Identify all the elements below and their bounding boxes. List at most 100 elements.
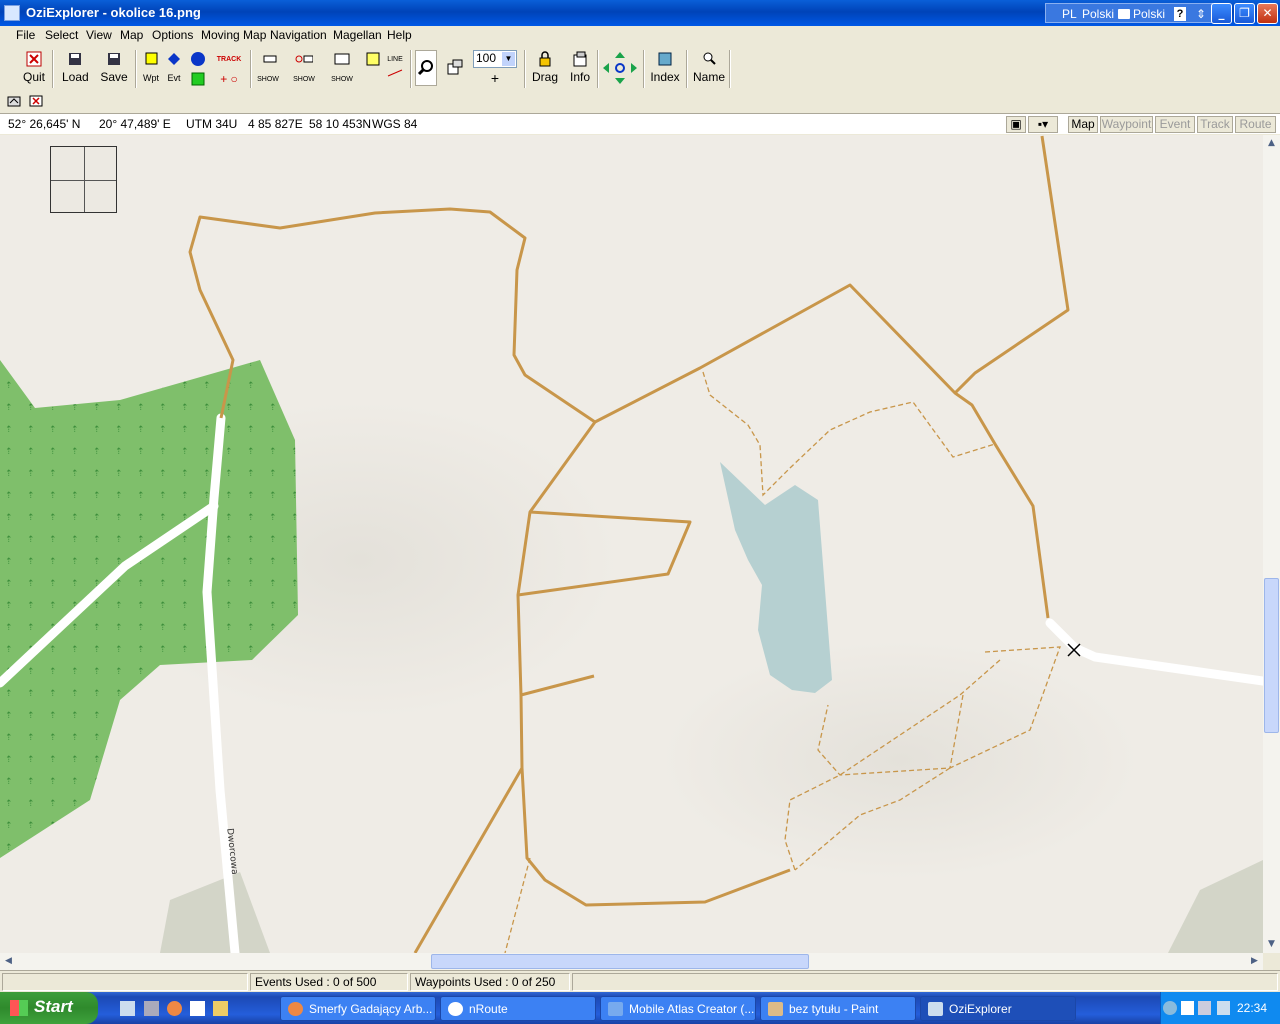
tray-expand-icon[interactable]: [1163, 1001, 1177, 1015]
scroll-down-icon[interactable]: ▼: [1263, 936, 1280, 953]
overview-crosshair-h: [51, 180, 116, 181]
help-icon[interactable]: ?: [1174, 7, 1186, 21]
lock-icon: [539, 51, 551, 67]
menu-view[interactable]: View: [86, 28, 112, 42]
tab-waypoint[interactable]: Waypoint: [1100, 116, 1153, 133]
status-bar: Events Used : 0 of 500 Waypoints Used : …: [0, 970, 1280, 992]
show-events-button[interactable]: SHOW: [291, 50, 317, 84]
menu-options[interactable]: Options: [152, 28, 193, 42]
secondary-toolbar: [0, 90, 1280, 112]
show-tracks-button[interactable]: SHOW: [329, 50, 355, 84]
zoom-window-icon: [447, 59, 463, 75]
info-button[interactable]: Info: [568, 50, 592, 84]
scroll-right-icon[interactable]: ▶: [1246, 953, 1263, 970]
quicklaunch-app-icon[interactable]: [144, 1001, 159, 1016]
close-button[interactable]: ✕: [1257, 3, 1278, 24]
menu-magellan[interactable]: Magellan: [333, 28, 382, 42]
track-button[interactable]: TRACK + ○: [214, 50, 244, 86]
green-square-icon: [191, 72, 205, 86]
taskbar-item-mobile-atlas[interactable]: Mobile Atlas Creator (...: [600, 996, 756, 1021]
tab-map[interactable]: Map: [1068, 116, 1098, 133]
tab-route[interactable]: Route: [1235, 116, 1276, 133]
map-tools-icon[interactable]: [28, 93, 44, 109]
line-tool-button[interactable]: LINE: [386, 50, 404, 84]
clock: 22:34: [1237, 1001, 1268, 1015]
save-icon: [108, 53, 120, 65]
menu-help[interactable]: Help: [387, 28, 412, 42]
paint-icon: [768, 1002, 783, 1016]
zoom-tool-button[interactable]: [415, 50, 437, 86]
zoom-in-icon[interactable]: +: [491, 70, 511, 86]
event-icon: [168, 53, 180, 65]
tray-app-icon[interactable]: [1181, 1001, 1194, 1015]
minimize-button[interactable]: _: [1211, 3, 1232, 24]
waypoint-button[interactable]: Wpt: [141, 50, 161, 84]
name-search-button[interactable]: Name: [692, 50, 726, 84]
save-button[interactable]: Save: [100, 50, 128, 84]
menu-navigation[interactable]: Navigation: [270, 28, 327, 42]
language-code: PL: [1062, 7, 1077, 21]
map-overview-box[interactable]: [50, 146, 117, 213]
menu-file[interactable]: File: [16, 28, 35, 42]
zoom-window-button[interactable]: [444, 50, 466, 78]
zoom-level-select[interactable]: 100 ▼: [473, 50, 517, 68]
show-desktop-icon[interactable]: [120, 1001, 135, 1016]
map-canvas[interactable]: ⇡ Dworcow: [0, 135, 1263, 953]
status-panel: [2, 973, 248, 991]
langbar-options-icon[interactable]: ⇕: [1196, 7, 1206, 21]
menu-map[interactable]: Map: [120, 28, 143, 42]
map-image: ⇡ Dworcow: [0, 135, 1263, 953]
volume-icon[interactable]: [1217, 1001, 1230, 1015]
scroll-left-icon[interactable]: ◀: [0, 953, 17, 970]
keyboard-layout: Polski: [1133, 7, 1166, 21]
plus-circle-icon: + ○: [220, 72, 238, 86]
java-icon: [608, 1002, 623, 1016]
quit-icon: [26, 51, 42, 67]
map-save-dropdown[interactable]: ▪▾: [1028, 116, 1058, 133]
events-used: Events Used : 0 of 500: [250, 973, 408, 991]
keyboard-icon: [1118, 9, 1130, 19]
taskbar-item-paint[interactable]: bez tytułu - Paint: [760, 996, 916, 1021]
vertical-scroll-thumb[interactable]: [1264, 578, 1279, 733]
firefox-icon[interactable]: [167, 1001, 182, 1016]
tab-event[interactable]: Event: [1155, 116, 1195, 133]
firefox-icon: [288, 1002, 303, 1016]
horizontal-scrollbar[interactable]: ◀ ▶: [0, 953, 1263, 970]
maximize-button[interactable]: ❐: [1234, 3, 1255, 24]
show-waypoints-button[interactable]: SHOW: [255, 50, 281, 84]
pan-arrows-button[interactable]: [601, 50, 639, 89]
event-button[interactable]: Evt: [164, 50, 184, 84]
tab-track[interactable]: Track: [1197, 116, 1233, 133]
map-settings-icon[interactable]: [6, 93, 22, 109]
load-button[interactable]: Load: [62, 50, 89, 84]
taskbar-item-smerfy[interactable]: Smerfy Gadający Arb...: [280, 996, 436, 1021]
window-title: OziExplorer - okolice 16.png: [26, 5, 201, 20]
taskbar-item-oziexplorer[interactable]: OziExplorer: [920, 996, 1076, 1021]
map-image-button[interactable]: ▣: [1006, 116, 1026, 133]
magnifier-icon: [417, 60, 433, 76]
language-bar[interactable]: PL Polski Polski ? ⇕: [1045, 3, 1213, 23]
menu-moving-map[interactable]: Moving Map: [201, 28, 266, 42]
position-icon: [366, 52, 380, 66]
scroll-up-icon[interactable]: ▲: [1263, 135, 1280, 152]
pan-arrows-icon: [603, 52, 637, 84]
drag-button[interactable]: Drag: [531, 50, 559, 84]
vertical-scrollbar[interactable]: ▲ ▼: [1263, 135, 1280, 953]
route-number-button[interactable]: [188, 50, 208, 90]
ozi-app-icon[interactable]: [4, 5, 20, 21]
horizontal-scroll-thumb[interactable]: [431, 954, 809, 969]
ozi-icon: [928, 1002, 943, 1016]
start-button[interactable]: Start: [0, 992, 98, 1024]
quicklaunch-app-icon[interactable]: [213, 1001, 228, 1016]
network-icon[interactable]: [1198, 1001, 1211, 1015]
menu-select[interactable]: Select: [45, 28, 78, 42]
name-position-button[interactable]: [364, 50, 382, 70]
coordinate-bar: 52° 26,645' N 20° 47,489' E UTM 34U 4 85…: [0, 113, 1280, 134]
taskbar-item-nroute[interactable]: nRoute: [440, 996, 596, 1021]
map-index-icon: [658, 52, 672, 66]
index-button[interactable]: Index: [649, 50, 681, 84]
grid-zone-readout: UTM 34U: [186, 117, 238, 131]
quicklaunch-app-icon[interactable]: [190, 1001, 205, 1016]
quit-button[interactable]: Quit: [22, 50, 46, 84]
chevron-down-icon[interactable]: ▼: [502, 52, 515, 66]
